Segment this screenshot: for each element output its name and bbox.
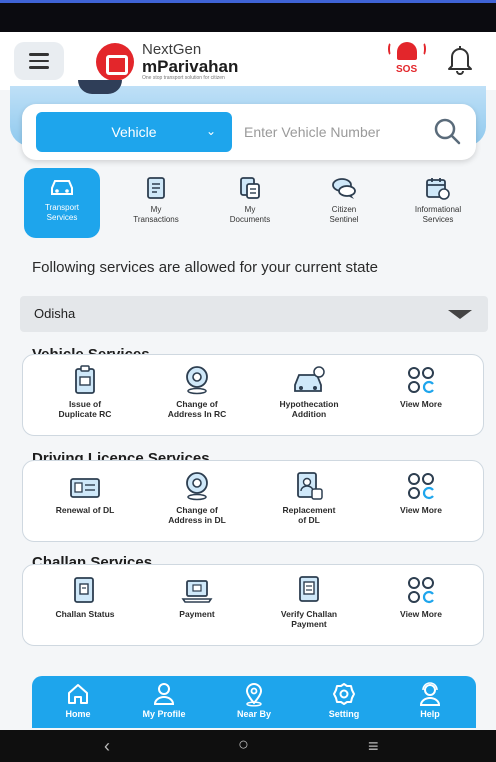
- bottom-nav: Home My Profile Near By Setting Help: [32, 676, 476, 728]
- logo-icon: [96, 42, 134, 81]
- grid-icon: [408, 473, 434, 500]
- service-label: Change of Address in DL: [168, 505, 226, 526]
- status-bar: [0, 0, 496, 32]
- recents-icon[interactable]: ≡: [368, 736, 379, 757]
- person-icon: [153, 683, 175, 705]
- document-person-icon: [297, 472, 323, 500]
- nav-label: Home: [65, 709, 91, 719]
- vehicle-number-input[interactable]: [244, 112, 424, 152]
- service-label: Hypothecation Addition: [279, 399, 339, 420]
- location-icon: [245, 683, 263, 707]
- nav-label: Setting: [328, 709, 360, 719]
- service-label: Verify Challan Payment: [280, 609, 338, 630]
- nav-home[interactable]: Home: [38, 676, 118, 728]
- sos-label: SOS: [396, 64, 418, 75]
- service-change-address-dl[interactable]: Change of Address in DL: [147, 461, 247, 541]
- service-tabs: Transport Services My Transactions My Do…: [20, 168, 492, 240]
- service-label: View More: [400, 609, 442, 619]
- section-challan-services: Challan Status Payment Verify Challan Pa…: [22, 564, 484, 646]
- back-icon[interactable]: ‹: [104, 736, 110, 757]
- service-label: Renewal of DL: [55, 505, 115, 515]
- nav-label: Near By: [236, 709, 272, 719]
- service-label: Challan Status: [55, 609, 115, 619]
- tab-transport-services[interactable]: Transport Services: [24, 168, 100, 238]
- vehicle-search-card: Vehicle ⌄: [22, 104, 476, 160]
- brand-line2: mParivahan: [142, 57, 239, 76]
- brand-tagline: One stop transport solution for citizen: [142, 75, 225, 81]
- tab-my-documents[interactable]: My Documents: [212, 168, 288, 238]
- service-view-more[interactable]: View More: [371, 461, 471, 541]
- section-driving-licence-services: Renewal of DL Change of Address in DL Re…: [22, 460, 484, 542]
- service-change-address-rc[interactable]: Change of Address In RC: [147, 355, 247, 435]
- nav-near-by[interactable]: Near By: [214, 676, 294, 728]
- tab-label: Informational Services: [414, 205, 462, 224]
- service-verify-challan-payment[interactable]: Verify Challan Payment: [259, 565, 359, 645]
- grid-icon: [408, 367, 434, 394]
- gear-icon: [333, 683, 355, 705]
- hamburger-icon: [29, 53, 49, 56]
- tab-label: My Documents: [229, 205, 271, 224]
- chevron-down-icon: ⌄: [205, 124, 216, 138]
- chat-icon: [332, 178, 356, 199]
- service-label: View More: [400, 505, 442, 515]
- car-money-icon: [294, 366, 325, 392]
- sos-button[interactable]: SOS: [388, 38, 428, 82]
- laptop-icon: [181, 580, 213, 603]
- license-card-icon: [70, 478, 100, 498]
- service-hypothecation-addition[interactable]: Hypothecation Addition: [259, 355, 359, 435]
- nav-label: My Profile: [142, 709, 186, 719]
- service-replacement-dl[interactable]: Replacement of DL: [259, 461, 359, 541]
- location-pin-icon: [186, 472, 208, 501]
- home-circle-icon[interactable]: ○: [238, 734, 249, 755]
- search-icon[interactable]: [432, 116, 462, 146]
- service-label: Payment: [179, 609, 215, 619]
- verify-document-icon: [299, 576, 319, 602]
- grid-icon: [408, 577, 434, 604]
- calendar-icon: [426, 178, 450, 200]
- service-challan-status[interactable]: Challan Status: [35, 565, 135, 645]
- nav-help[interactable]: Help: [390, 676, 470, 728]
- nav-my-profile[interactable]: My Profile: [124, 676, 204, 728]
- app-logo: NextGen mParivahan One stop transport so…: [96, 42, 238, 81]
- service-view-more[interactable]: View More: [371, 355, 471, 435]
- nav-label: Help: [420, 709, 440, 719]
- brand-line1: NextGen: [142, 41, 202, 58]
- home-icon: [68, 684, 88, 704]
- clipboard-icon: [75, 365, 95, 394]
- system-nav-bar: ‹ ○ ≡: [0, 730, 496, 762]
- tab-label: Transport Services: [45, 203, 79, 222]
- notification-bell-icon[interactable]: [444, 42, 476, 76]
- app-header: NextGen mParivahan One stop transport so…: [0, 32, 496, 90]
- search-type-label: Vehicle: [111, 124, 157, 140]
- documents-icon: [240, 177, 260, 199]
- menu-button[interactable]: [14, 42, 64, 80]
- service-duplicate-rc[interactable]: Issue of Duplicate RC: [35, 355, 135, 435]
- caret-down-icon: [448, 310, 472, 319]
- state-value: Odisha: [34, 306, 76, 321]
- service-payment[interactable]: Payment: [147, 565, 247, 645]
- service-renewal-dl[interactable]: Renewal of DL: [35, 461, 135, 541]
- car-icon: [51, 180, 73, 195]
- search-type-dropdown[interactable]: Vehicle ⌄: [36, 112, 232, 152]
- tab-my-transactions[interactable]: My Transactions: [118, 168, 194, 238]
- tab-label: My Transactions: [133, 205, 179, 224]
- challan-icon: [74, 577, 94, 603]
- service-label: Change of Address In RC: [167, 399, 227, 420]
- tab-label: Citizen Sentinel: [329, 205, 359, 224]
- receipt-icon: [147, 177, 165, 199]
- alarm-icon: [397, 42, 417, 60]
- support-agent-icon: [419, 682, 441, 706]
- section-vehicle-services: Issue of Duplicate RC Change of Address …: [22, 354, 484, 436]
- state-dropdown[interactable]: Odisha: [20, 296, 488, 332]
- location-pin-icon: [186, 366, 208, 395]
- service-label: Issue of Duplicate RC: [58, 399, 112, 420]
- service-label: Replacement of DL: [282, 505, 336, 526]
- state-note: Following services are allowed for your …: [32, 259, 378, 276]
- service-label: View More: [400, 399, 442, 409]
- service-view-more[interactable]: View More: [371, 565, 471, 645]
- tab-citizen-sentinel[interactable]: Citizen Sentinel: [306, 168, 382, 238]
- nav-setting[interactable]: Setting: [304, 676, 384, 728]
- tab-informational-services[interactable]: Informational Services: [400, 168, 476, 238]
